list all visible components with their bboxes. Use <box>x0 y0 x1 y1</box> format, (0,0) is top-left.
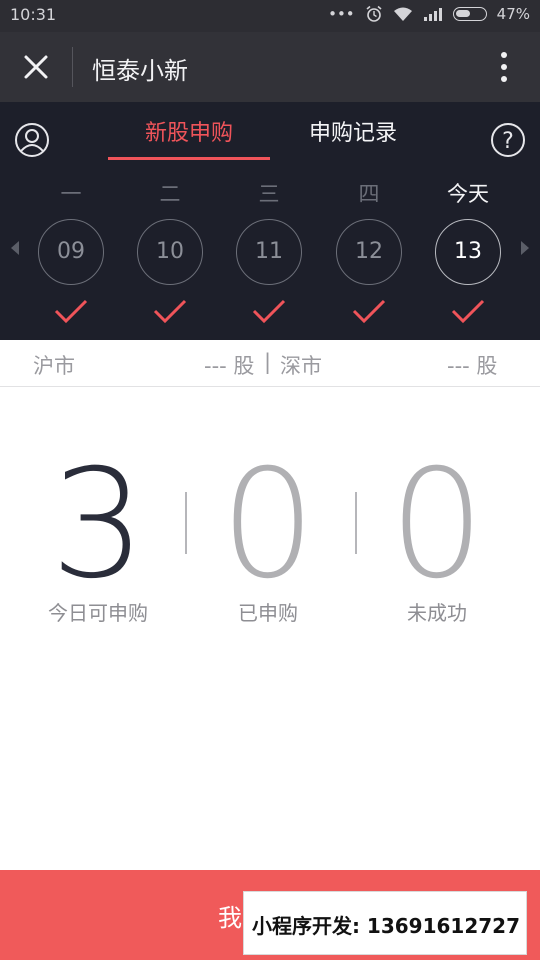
more-vertical-icon[interactable] <box>492 47 516 87</box>
arrow-left-icon[interactable] <box>10 240 20 256</box>
nav-divider <box>72 47 73 87</box>
day-button[interactable]: 12 <box>336 219 402 285</box>
weekday-label: 一 <box>60 182 82 206</box>
close-icon[interactable] <box>18 49 54 85</box>
alarm-icon <box>366 5 382 22</box>
watermark-text: 小程序开发: 13691612727 <box>251 914 521 938</box>
check-icon <box>451 299 485 324</box>
battery-percent: 47% <box>496 5 530 23</box>
tab-active-indicator <box>108 157 270 160</box>
counter-divider <box>185 492 187 554</box>
weekday-label-today: 今天 <box>447 182 489 206</box>
status-bar: 10:31 ••• 47% <box>0 0 540 32</box>
nav-bar: 恒泰小新 <box>0 32 540 102</box>
watermark-banner: 小程序开发: 13691612727 <box>243 891 527 955</box>
counter-applied-label: 已申购 <box>238 601 298 625</box>
sh-market-label: 沪市 <box>33 354 75 378</box>
counter-failed-value: 0 <box>389 438 485 612</box>
status-time: 10:31 <box>10 5 57 24</box>
day-button[interactable]: 11 <box>236 219 302 285</box>
help-icon[interactable]: ? <box>490 122 526 158</box>
day-button[interactable]: 10 <box>137 219 203 285</box>
battery-icon <box>452 7 487 21</box>
user-icon[interactable] <box>14 122 50 158</box>
apply-button-label: 我 <box>218 904 242 932</box>
day-button[interactable]: 09 <box>38 219 104 285</box>
tab-new-ipo[interactable]: 新股申购 <box>108 118 270 158</box>
svg-text:?: ? <box>502 129 514 154</box>
check-icon <box>54 299 88 324</box>
sz-market-label: 深市 <box>280 354 322 378</box>
page-title: 恒泰小新 <box>92 57 188 85</box>
market-summary: 沪市 --- 股 | 深市 --- 股 <box>0 340 540 387</box>
check-icon <box>352 299 386 324</box>
calendar-header: 新股申购 申购记录 ? 一 二 三 四 今天 09 10 11 12 13 <box>0 102 540 340</box>
signal-icon <box>423 8 442 21</box>
counter-applied-value: 0 <box>220 438 316 612</box>
counter-failed-label: 未成功 <box>407 601 467 625</box>
weekday-label: 二 <box>159 182 181 206</box>
sh-market-count: --- 股 <box>204 354 255 378</box>
arrow-right-icon[interactable] <box>520 240 530 256</box>
counter-available-label: 今日可申购 <box>48 601 148 625</box>
wifi-icon <box>393 7 412 21</box>
dots-icon: ••• <box>328 5 355 23</box>
market-separator: | <box>264 350 272 374</box>
weekday-label: 三 <box>258 182 280 206</box>
counter-available-value: 3 <box>50 438 146 612</box>
sz-market-count: --- 股 <box>447 354 498 378</box>
tab-records[interactable]: 申购记录 <box>272 118 434 158</box>
weekday-label: 四 <box>358 182 380 206</box>
check-icon <box>153 299 187 324</box>
status-icons: ••• 47% <box>328 5 530 23</box>
check-icon <box>252 299 286 324</box>
day-button-today[interactable]: 13 <box>435 219 501 285</box>
